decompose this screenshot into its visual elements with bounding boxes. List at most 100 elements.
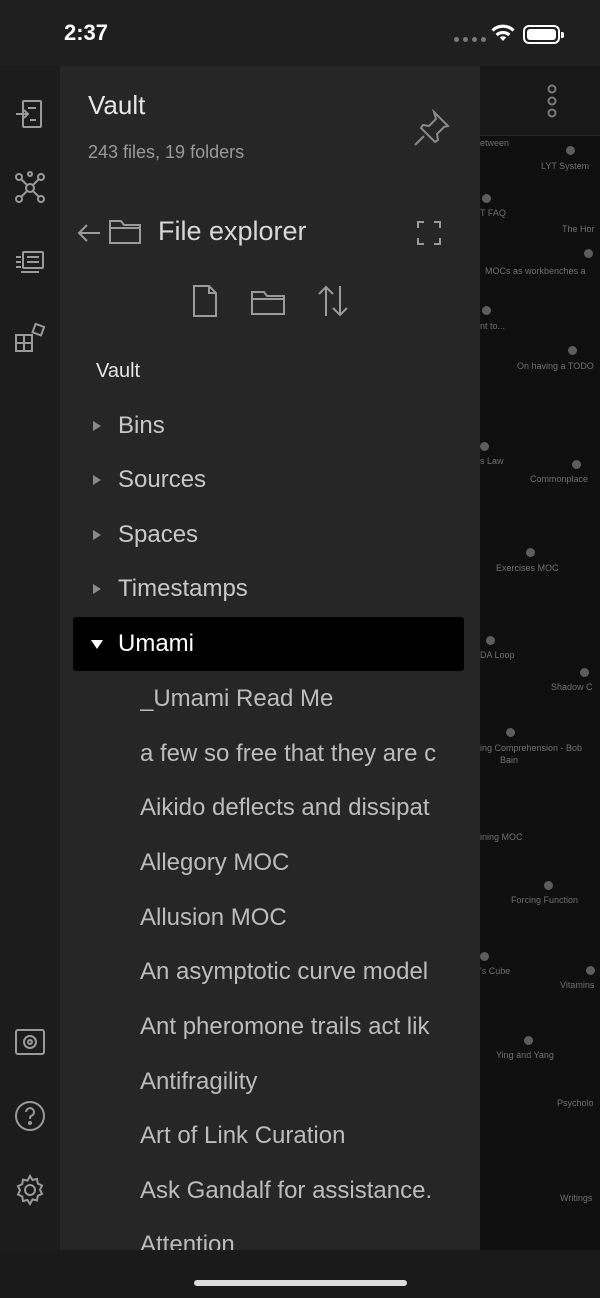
signal-icon xyxy=(454,37,486,42)
graph-view[interactable]: etween LYT System T FAQ The Hor MOCs as … xyxy=(480,66,600,1250)
graph-node[interactable] xyxy=(524,1036,533,1045)
fullscreen-icon[interactable] xyxy=(416,220,442,246)
sort-icon[interactable] xyxy=(316,284,350,318)
folder-label: Bins xyxy=(118,412,165,439)
graph-node[interactable] xyxy=(584,249,593,258)
graph-node[interactable] xyxy=(568,346,577,355)
graph-node[interactable] xyxy=(580,668,589,677)
folder-label: Timestamps xyxy=(118,575,248,602)
graph-node[interactable] xyxy=(586,966,595,975)
file-explorer-drawer: Vault 243 files, 19 folders File explore… xyxy=(60,66,480,1250)
graph-header xyxy=(480,66,600,136)
new-note-icon[interactable] xyxy=(191,284,219,318)
folder-row-selected[interactable]: Umami xyxy=(73,617,464,671)
wifi-icon xyxy=(491,24,515,41)
graph-label: LYT System xyxy=(541,161,590,171)
graph-node[interactable] xyxy=(486,636,495,645)
graph-label: Bain xyxy=(500,755,519,765)
open-quick-switcher-icon[interactable] xyxy=(12,96,48,132)
graph-view-icon[interactable] xyxy=(12,170,48,206)
folder-label: Spaces xyxy=(118,521,199,548)
graph-node[interactable] xyxy=(544,881,553,890)
collapse-caret-icon[interactable] xyxy=(93,584,101,594)
file-label: a few so free that they are c xyxy=(140,740,437,767)
graph-node[interactable] xyxy=(480,952,489,961)
file-row[interactable]: An asymptotic curve model xyxy=(140,945,464,999)
bottom-safe-area xyxy=(0,1250,600,1298)
file-label: Allegory MOC xyxy=(140,849,290,876)
graph-label: Vitamins xyxy=(560,980,595,990)
graph-node[interactable] xyxy=(482,194,491,203)
file-label: Ant pheromone trails act lik xyxy=(140,1013,430,1040)
folder-label: Sources xyxy=(118,466,207,493)
graph-node[interactable] xyxy=(526,548,535,557)
graph-label: The Hor xyxy=(562,224,595,234)
folder-row[interactable]: Spaces xyxy=(73,508,464,562)
file-label: Ask Gandalf for assistance. xyxy=(140,1177,433,1204)
new-folder-icon[interactable] xyxy=(250,284,286,318)
file-row[interactable]: Aikido deflects and dissipat xyxy=(140,781,464,835)
graph-node[interactable] xyxy=(480,442,489,451)
folder-row[interactable]: Sources xyxy=(73,453,464,507)
more-options-icon[interactable] xyxy=(546,84,558,118)
collapse-caret-icon[interactable] xyxy=(93,421,101,431)
battery-icon xyxy=(523,25,564,44)
graph-node[interactable] xyxy=(566,146,575,155)
graph-label: ing Comprehension - Bob xyxy=(480,743,583,753)
file-row[interactable]: Allegory MOC xyxy=(140,836,464,890)
file-row[interactable]: Antifragility xyxy=(140,1055,464,1109)
graph-node[interactable] xyxy=(482,306,491,315)
graph-node[interactable] xyxy=(506,728,515,737)
status-time: 2:37 xyxy=(64,20,109,45)
vault-name[interactable]: Vault xyxy=(88,90,145,121)
graph-label: ining MOC xyxy=(480,832,523,842)
graph-label: T FAQ xyxy=(480,208,506,218)
graph-label: 's Cube xyxy=(480,966,511,976)
file-row[interactable]: a few so free that they are c xyxy=(140,727,464,781)
help-icon[interactable] xyxy=(12,1098,48,1134)
home-indicator[interactable] xyxy=(194,1280,407,1286)
vault-stats: 243 files, 19 folders xyxy=(88,142,245,162)
graph-label: s Law xyxy=(480,456,504,466)
graph-label: Psycholo xyxy=(557,1098,594,1108)
collapse-caret-icon[interactable] xyxy=(93,475,101,485)
folder-row[interactable]: Bins xyxy=(73,399,464,453)
status-bar: 2:37 xyxy=(0,0,600,66)
tree-root-vault[interactable]: Vault xyxy=(96,360,140,383)
graph-label: MOCs as workbenches a xyxy=(485,266,586,276)
file-label: Antifragility xyxy=(140,1068,258,1095)
file-label: Art of Link Curation xyxy=(140,1122,346,1149)
slides-icon[interactable] xyxy=(12,244,48,280)
graph-label: Ying and Yang xyxy=(496,1050,554,1060)
file-label: An asymptotic curve model xyxy=(140,958,429,985)
file-label: Allusion MOC xyxy=(140,904,287,931)
left-ribbon xyxy=(0,66,60,1250)
back-arrow-icon[interactable] xyxy=(76,222,102,244)
graph-node[interactable] xyxy=(572,460,581,469)
graph-label: On having a TODO xyxy=(517,361,594,371)
graph-label: Exercises MOC xyxy=(496,563,559,573)
graph-label: Shadow C xyxy=(551,682,593,692)
file-row[interactable]: Allusion MOC xyxy=(140,891,464,945)
collapse-caret-icon[interactable] xyxy=(93,530,101,540)
file-row[interactable]: Attention xyxy=(140,1218,464,1250)
plugins-grid-icon[interactable] xyxy=(12,320,48,356)
file-explorer-title: File explorer xyxy=(158,216,307,246)
file-row[interactable]: _Umami Read Me xyxy=(140,672,464,726)
folder-label: Umami xyxy=(118,630,194,657)
file-row[interactable]: Ask Gandalf for assistance. xyxy=(140,1164,464,1218)
folder-icon xyxy=(109,220,141,244)
graph-label: nt to... xyxy=(480,321,506,331)
expand-caret-icon[interactable] xyxy=(91,639,103,649)
file-label: _Umami Read Me xyxy=(140,685,334,712)
vault-switcher-icon[interactable] xyxy=(12,1024,48,1060)
graph-label: DA Loop xyxy=(480,650,515,660)
pin-icon[interactable] xyxy=(412,108,452,148)
settings-gear-icon[interactable] xyxy=(12,1172,48,1208)
file-row[interactable]: Ant pheromone trails act lik xyxy=(140,1000,464,1054)
file-label: Attention xyxy=(140,1231,235,1250)
graph-label: Forcing Function xyxy=(511,895,579,905)
file-row[interactable]: Art of Link Curation xyxy=(140,1109,464,1163)
graph-label: Commonplace xyxy=(530,474,589,484)
folder-row[interactable]: Timestamps xyxy=(73,562,464,616)
